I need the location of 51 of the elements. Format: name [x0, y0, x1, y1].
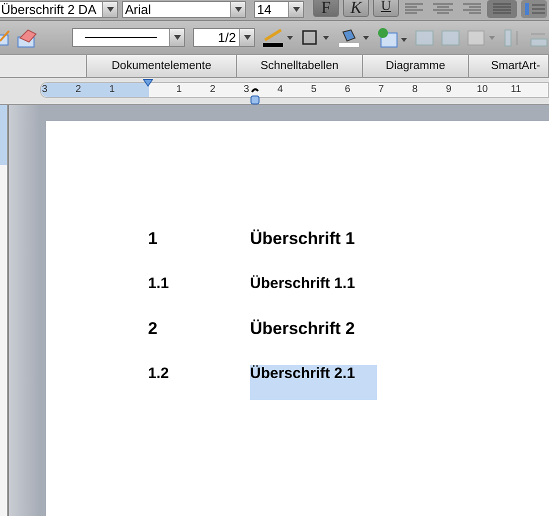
pen-color-icon[interactable] — [261, 28, 295, 48]
ribbon-tab[interactable]: Schnelltabellen — [237, 55, 363, 77]
heading-text: Überschrift 2 — [250, 319, 355, 340]
numbered-list-icon[interactable] — [521, 0, 547, 18]
line-style-dropdown[interactable] — [72, 28, 186, 47]
bold-button[interactable]: F — [313, 0, 339, 17]
ruler-number: 2 — [210, 83, 216, 97]
heading-text: Überschrift 1 — [250, 229, 355, 250]
heading-text: Überschrift 1.1 — [250, 275, 356, 294]
text-wrap-icon[interactable] — [467, 28, 497, 46]
heading-number: 1.1 — [148, 275, 170, 294]
tab-marker-icon[interactable] — [250, 86, 260, 106]
ruler-number: 11 — [510, 83, 522, 97]
ribbon-tab[interactable]: Diagramme — [363, 55, 469, 77]
draw-table-icon[interactable] — [0, 28, 10, 46]
ruler-number: 8 — [412, 83, 418, 97]
ruler-number: 1 — [176, 83, 182, 97]
caret-icon — [234, 6, 242, 12]
horizontal-ruler[interactable]: 3 2 1 1 2 3 4 5 6 7 8 9 10 11 — [40, 82, 549, 98]
ruler-number: 7 — [378, 83, 384, 97]
caret-icon — [174, 35, 181, 40]
font-size-dropdown[interactable]: 14 — [254, 0, 304, 18]
fill-bucket-icon[interactable] — [337, 28, 371, 48]
style-dropdown[interactable]: Überschrift 2 DA — [0, 0, 118, 18]
line-width-dropdown[interactable]: 1/2 — [193, 28, 255, 47]
ruler-number: 10 — [476, 83, 488, 97]
ruler-number: 2 — [76, 83, 82, 97]
ruler-number: 5 — [311, 83, 317, 97]
heading-number: 1.2 — [148, 365, 170, 384]
underline-button[interactable]: U — [373, 0, 399, 17]
insert-table-icon[interactable] — [377, 28, 409, 48]
ruler-number: 3 — [42, 83, 48, 97]
border-icon[interactable] — [301, 28, 331, 46]
ribbon-tab[interactable]: SmartArt- — [469, 55, 549, 77]
heading-number: 1 — [148, 229, 158, 250]
caret-icon — [106, 6, 114, 12]
justify-icon[interactable] — [487, 0, 517, 18]
italic-button[interactable]: K — [343, 0, 369, 17]
align-center-icon[interactable] — [431, 2, 455, 16]
caret-icon — [292, 6, 300, 12]
ruler-number: 4 — [277, 83, 283, 97]
heading-number: 2 — [148, 319, 158, 340]
ruler-number: 9 — [446, 83, 452, 97]
ruler-number: 6 — [344, 83, 350, 97]
heading-text: Überschrift 2.1 — [250, 365, 377, 400]
eraser-icon[interactable] — [16, 28, 38, 48]
caret-icon — [244, 35, 250, 40]
ruler-number: 3 — [244, 83, 250, 97]
ribbon-tab[interactable]: Dokumentelemente — [87, 55, 237, 77]
font-dropdown[interactable]: Arial — [122, 0, 246, 18]
ruler-number: 1 — [109, 83, 115, 97]
